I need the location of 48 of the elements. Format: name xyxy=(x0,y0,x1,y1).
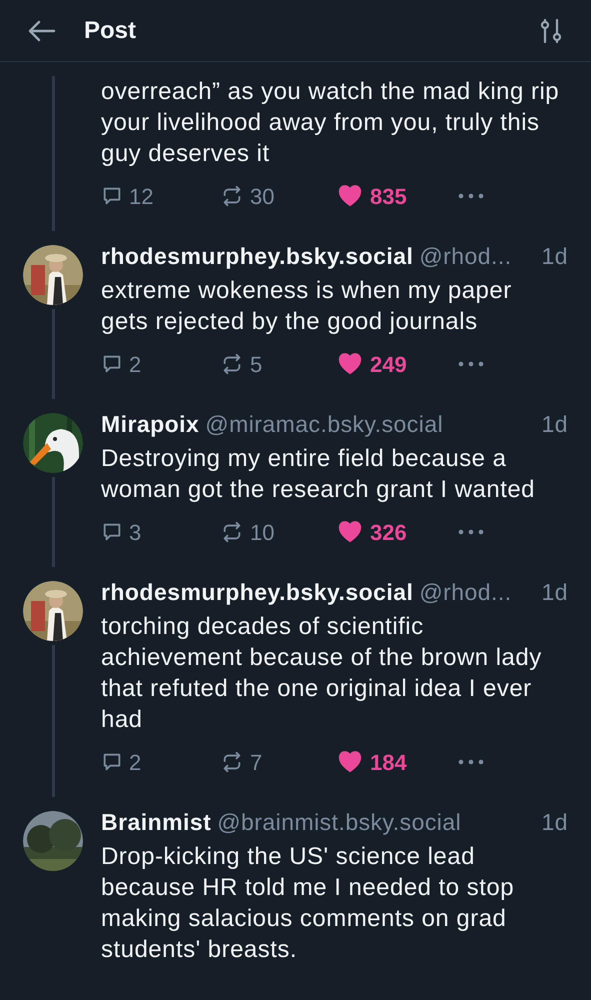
heart-icon xyxy=(338,353,362,375)
back-icon[interactable] xyxy=(28,20,56,42)
sliders-icon[interactable] xyxy=(539,18,563,44)
ellipsis-icon xyxy=(458,759,484,765)
comment-icon xyxy=(101,751,123,773)
ellipsis-icon xyxy=(458,193,484,199)
like-button[interactable]: 835 xyxy=(338,180,458,212)
comment-icon xyxy=(101,185,123,207)
comment-icon xyxy=(101,521,123,543)
author-handle[interactable]: @rhod... xyxy=(419,574,512,610)
post-text: extreme wokeness is when my paper gets rejected by the good journals xyxy=(101,276,513,337)
post-time: 1d xyxy=(541,242,568,271)
like-button[interactable]: 326 xyxy=(338,516,458,548)
repost-button[interactable]: 7 xyxy=(220,746,338,778)
repost-button[interactable]: 10 xyxy=(220,516,338,548)
author-handle[interactable]: @brainmist.bsky.social xyxy=(217,804,462,840)
reply-button[interactable]: 3 xyxy=(101,516,220,548)
reply-button[interactable]: 2 xyxy=(101,348,220,380)
author-handle[interactable]: @miramac.bsky.social xyxy=(205,406,444,442)
comment-icon xyxy=(101,353,123,375)
post-text: Drop-kicking the US' science lead because HR told me I needed to stop making salacious comments on grad students' breasts. xyxy=(101,842,516,965)
post-text: overreach” as you watch the mad king rip your livelihood away from you, truly this guy deserves it xyxy=(101,77,560,169)
reply-button[interactable]: 2 xyxy=(101,746,220,778)
author-handle[interactable]: @rhod... xyxy=(419,238,512,274)
like-button[interactable]: 184 xyxy=(338,746,458,778)
like-button[interactable]: 249 xyxy=(338,348,458,380)
page-title: Post xyxy=(84,16,136,46)
post-text: Destroying my entire field because a woman got the research grant I wanted xyxy=(101,444,536,505)
repost-button[interactable]: 5 xyxy=(220,348,338,380)
reply-button[interactable]: 12 xyxy=(101,180,220,212)
heart-icon xyxy=(338,521,362,543)
author-name[interactable]: Mirapoix xyxy=(101,406,200,442)
more-button[interactable] xyxy=(458,529,484,535)
ellipsis-icon xyxy=(458,361,484,367)
author-name[interactable]: rhodesmurphey.bsky.social xyxy=(101,574,414,610)
more-button[interactable] xyxy=(458,361,484,367)
author-name[interactable]: Brainmist xyxy=(101,804,212,840)
post-time: 1d xyxy=(541,410,568,439)
post-time: 1d xyxy=(541,808,568,837)
more-button[interactable] xyxy=(458,193,484,199)
heart-icon xyxy=(338,185,362,207)
post-text: torching decades of scientific achievement because of the brown lady that refuted the one original idea I ever had xyxy=(101,612,543,735)
heart-icon xyxy=(338,751,362,773)
ellipsis-icon xyxy=(458,529,484,535)
post-time: 1d xyxy=(541,578,568,607)
author-name[interactable]: rhodesmurphey.bsky.social xyxy=(101,238,414,274)
repost-button[interactable]: 30 xyxy=(220,180,338,212)
more-button[interactable] xyxy=(458,759,484,765)
